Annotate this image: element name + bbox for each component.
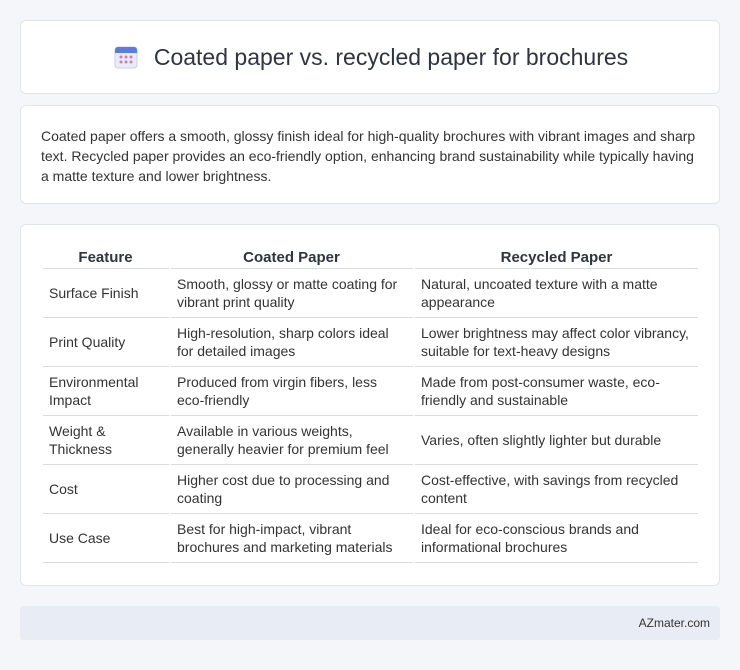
table-row: Use Case Best for high-impact, vibrant b…: [43, 514, 698, 563]
title-wrap: Coated paper vs. recycled paper for broc…: [112, 43, 628, 71]
table-row: Print Quality High-resolution, sharp col…: [43, 318, 698, 367]
page-title: Coated paper vs. recycled paper for broc…: [153, 43, 629, 70]
table-row: Environmental Impact Produced from virgi…: [43, 367, 698, 416]
intro-card: Coated paper offers a smooth, glossy fin…: [20, 105, 720, 204]
comparison-table: Feature Coated Paper Recycled Paper Surf…: [43, 245, 698, 563]
footer-bar: AZmater.com: [20, 606, 720, 640]
header-coated: Coated Paper: [171, 245, 415, 269]
footer-brand: AZmater.com: [638, 616, 710, 630]
coated-cell: Higher cost due to processing and coatin…: [171, 465, 415, 514]
coated-cell: Available in various weights, generally …: [171, 416, 415, 465]
recycled-cell: Lower brightness may affect color vibran…: [415, 318, 698, 367]
recycled-cell: Natural, uncoated texture with a matte a…: [415, 269, 698, 318]
title-card: Coated paper vs. recycled paper for broc…: [20, 20, 720, 94]
coated-cell: Produced from virgin fibers, less eco-fr…: [171, 367, 415, 416]
header-recycled: Recycled Paper: [415, 245, 698, 269]
intro-text: Coated paper offers a smooth, glossy fin…: [41, 128, 696, 184]
table-row: Surface Finish Smooth, glossy or matte c…: [43, 269, 698, 318]
feature-cell: Use Case: [43, 514, 171, 563]
table-header-row: Feature Coated Paper Recycled Paper: [43, 245, 698, 269]
recycled-cell: Cost-effective, with savings from recycl…: [415, 465, 698, 514]
coated-cell: High-resolution, sharp colors ideal for …: [171, 318, 415, 367]
coated-cell: Smooth, glossy or matte coating for vibr…: [171, 269, 415, 318]
calendar-icon: [114, 46, 138, 69]
feature-cell: Environmental Impact: [43, 367, 171, 416]
feature-cell: Weight & Thickness: [43, 416, 171, 465]
table-row: Weight & Thickness Available in various …: [43, 416, 698, 465]
feature-cell: Surface Finish: [43, 269, 171, 318]
table-row: Cost Higher cost due to processing and c…: [43, 465, 698, 514]
recycled-cell: Varies, often slightly lighter but durab…: [415, 416, 698, 465]
recycled-cell: Made from post-consumer waste, eco-frien…: [415, 367, 698, 416]
feature-cell: Print Quality: [43, 318, 171, 367]
header-feature: Feature: [43, 245, 171, 269]
recycled-cell: Ideal for eco-conscious brands and infor…: [415, 514, 698, 563]
comparison-card: Feature Coated Paper Recycled Paper Surf…: [20, 224, 720, 586]
feature-cell: Cost: [43, 465, 171, 514]
coated-cell: Best for high-impact, vibrant brochures …: [171, 514, 415, 563]
